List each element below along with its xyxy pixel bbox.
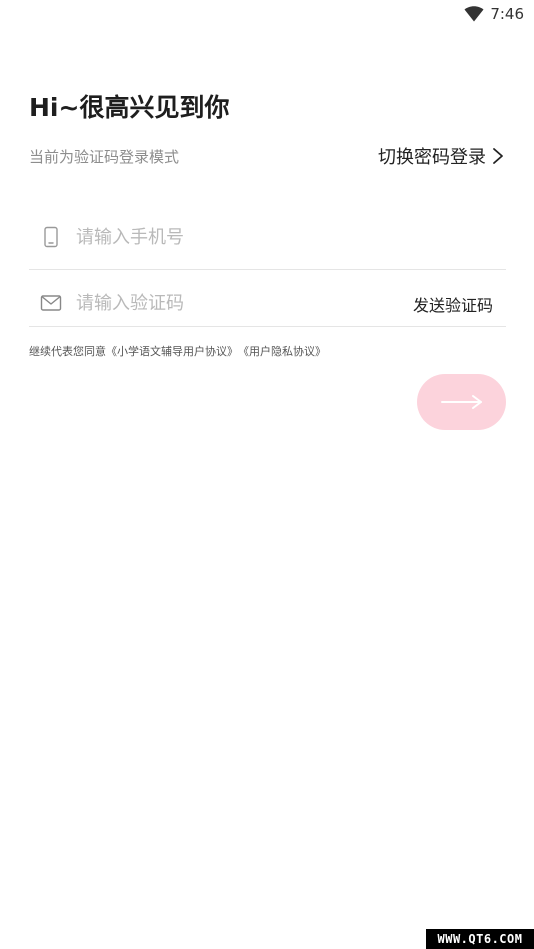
verification-code-input[interactable]: [76, 289, 356, 317]
send-code-button[interactable]: 发送验证码: [413, 292, 493, 316]
status-time: 7:46: [490, 5, 524, 23]
wifi-icon: [464, 6, 484, 22]
submit-button[interactable]: [417, 374, 506, 430]
mail-icon: [40, 295, 62, 311]
phone-field: [29, 205, 506, 270]
phone-icon: [44, 226, 58, 248]
user-agreement-link[interactable]: 《小学语文辅导用户协议》: [106, 343, 238, 359]
privacy-agreement-link[interactable]: 《用户隐私协议》: [238, 343, 326, 359]
login-mode-text: 当前为验证码登录模式: [29, 148, 180, 166]
status-bar: 7:46: [0, 0, 534, 28]
login-mode-row: 当前为验证码登录模式 切换密码登录: [29, 143, 504, 169]
watermark-logo: WWW.QT6.COM: [426, 929, 534, 949]
phone-input[interactable]: [76, 223, 456, 251]
switch-password-login-label: 切换密码登录: [378, 147, 486, 168]
page-title: Hi~很高兴见到你: [29, 93, 230, 122]
arrow-right-icon: [441, 395, 482, 409]
agreement-prefix: 继续代表您同意: [29, 345, 106, 358]
switch-password-login-link[interactable]: 切换密码登录: [378, 143, 504, 169]
code-field: 发送验证码: [29, 271, 506, 327]
agreement-text: 继续代表您同意 《小学语文辅导用户协议》 《用户隐私协议》: [29, 343, 326, 359]
chevron-right-icon: [493, 148, 503, 164]
